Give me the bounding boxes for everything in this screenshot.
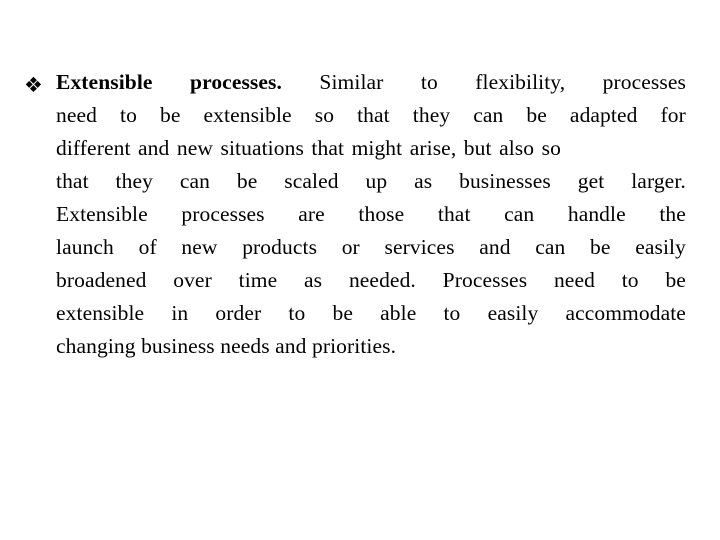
text-word: easily <box>487 301 539 325</box>
text-word: that <box>437 202 471 226</box>
text-word: handle <box>567 202 626 226</box>
text-word: and <box>138 136 170 160</box>
text-word: can <box>473 103 504 127</box>
text-word: as <box>304 268 323 292</box>
text-word: they <box>412 103 451 127</box>
text-word: be <box>665 268 686 292</box>
text-word: different <box>56 136 131 160</box>
text-word: and <box>479 235 511 259</box>
text-word: or <box>341 235 360 259</box>
text-word: scaled <box>284 169 339 193</box>
text-word: as <box>414 169 433 193</box>
text-word: that <box>311 136 345 160</box>
text-line-2: need to be extensible so that they can b… <box>56 99 686 132</box>
text-line-8: extensible in order to be able to easily… <box>56 297 686 330</box>
text-word: accommodate <box>565 301 686 325</box>
text-word: those <box>358 202 405 226</box>
text-word: able <box>380 301 417 325</box>
text-word: need <box>553 268 595 292</box>
lead-bold-phrase-word-2: processes. <box>190 70 282 94</box>
four-diamond-bullet-icon: ❖ <box>24 73 43 97</box>
text-word: Processes <box>442 268 528 292</box>
text-word: so <box>314 103 335 127</box>
text-word: that <box>56 169 89 193</box>
text-word: Extensible <box>56 202 148 226</box>
text-word: processes <box>602 70 686 94</box>
text-word: so <box>541 136 561 160</box>
text-word: broadened <box>56 268 147 292</box>
text-word: the <box>659 202 686 226</box>
text-word: new <box>176 136 213 160</box>
text-word: that <box>357 103 390 127</box>
text-word: up <box>365 169 388 193</box>
text-word: adapted <box>569 103 638 127</box>
text-word: flexibility, <box>475 70 566 94</box>
text-word: situations <box>220 136 304 160</box>
text-word: easily <box>635 235 686 259</box>
text-word: for <box>660 103 686 127</box>
text-word: be <box>160 103 181 127</box>
text-word: extensible <box>203 103 292 127</box>
text-line-6: launch of new products or services and c… <box>56 231 686 264</box>
text-word: be <box>526 103 547 127</box>
text-word: get <box>577 169 605 193</box>
text-word: needed. <box>348 268 416 292</box>
text-word: be <box>590 235 611 259</box>
bullet-body-text: Extensible processes. Similar to flexibi… <box>56 66 686 363</box>
text-word: but <box>463 136 492 160</box>
text-word: businesses <box>459 169 551 193</box>
text-line-4: that they can be scaled up as businesses… <box>56 165 686 198</box>
text-line-3: different and new situations that might … <box>56 132 686 165</box>
text-line-9: changing business needs and priorities. <box>56 334 397 358</box>
text-word: might <box>351 136 403 160</box>
text-word: can <box>179 169 210 193</box>
text-word: to <box>420 70 438 94</box>
text-word: processes <box>181 202 265 226</box>
text-word: need <box>56 103 97 127</box>
text-word: extensible <box>56 301 145 325</box>
text-word: larger. <box>631 169 686 193</box>
text-word: can <box>504 202 535 226</box>
text-word: can <box>535 235 566 259</box>
text-word: order <box>215 301 262 325</box>
lead-bold-phrase-word-1: Extensible <box>56 70 153 94</box>
text-word: in <box>171 301 189 325</box>
text-word: to <box>621 268 639 292</box>
slide-canvas: ❖ Extensible processes. Similar to flexi… <box>0 0 720 540</box>
text-word: launch <box>56 235 114 259</box>
text-line-1: Extensible processes. Similar to flexibi… <box>56 66 686 99</box>
text-word: over <box>173 268 212 292</box>
text-word: be <box>332 301 353 325</box>
text-word: arise, <box>409 136 457 160</box>
text-word: services <box>384 235 455 259</box>
text-word: to <box>120 103 137 127</box>
text-word: they <box>115 169 153 193</box>
text-word: products <box>242 235 318 259</box>
text-word: be <box>236 169 258 193</box>
text-word: to <box>443 301 461 325</box>
text-word: also <box>499 136 535 160</box>
text-word: of <box>138 235 157 259</box>
text-line-5: Extensible processes are those that can … <box>56 198 686 231</box>
text-word: to <box>288 301 306 325</box>
text-word: are <box>298 202 325 226</box>
text-line-7: broadened over time as needed. Processes… <box>56 264 686 297</box>
text-word: time <box>238 268 278 292</box>
text-word: new <box>181 235 218 259</box>
text-word: Similar <box>319 70 384 94</box>
